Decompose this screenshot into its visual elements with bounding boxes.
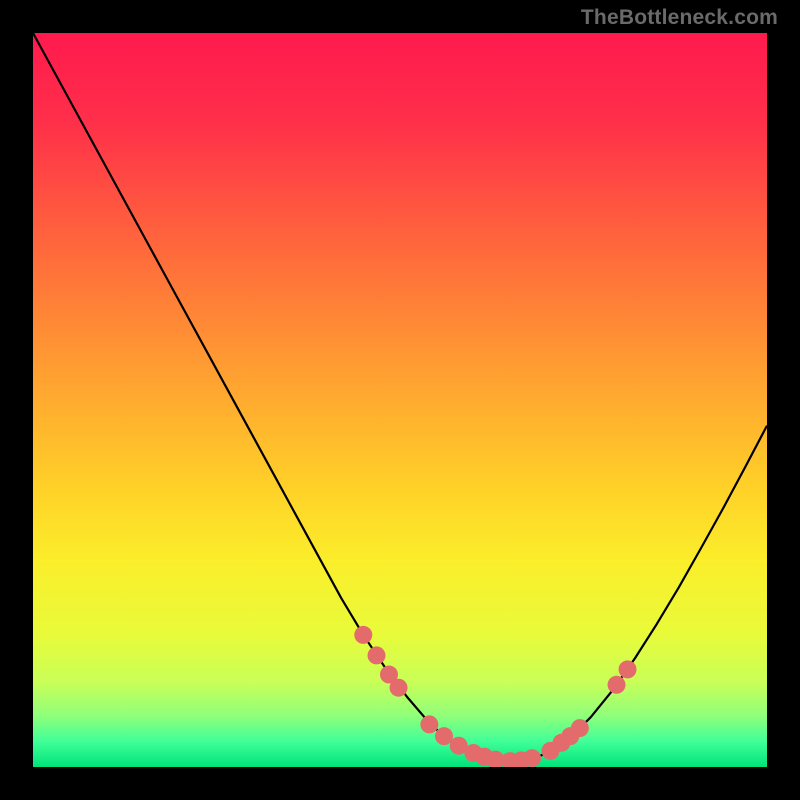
gradient-background (33, 33, 767, 767)
chart-plot-area (33, 33, 767, 767)
attribution-text: TheBottleneck.com (581, 6, 778, 30)
chart-svg (33, 33, 767, 767)
data-point (390, 679, 408, 697)
data-point (368, 646, 386, 664)
data-point (571, 719, 589, 737)
data-point (523, 749, 541, 767)
data-point (420, 715, 438, 733)
data-point (608, 676, 626, 694)
data-point (354, 626, 372, 644)
data-point (619, 660, 637, 678)
